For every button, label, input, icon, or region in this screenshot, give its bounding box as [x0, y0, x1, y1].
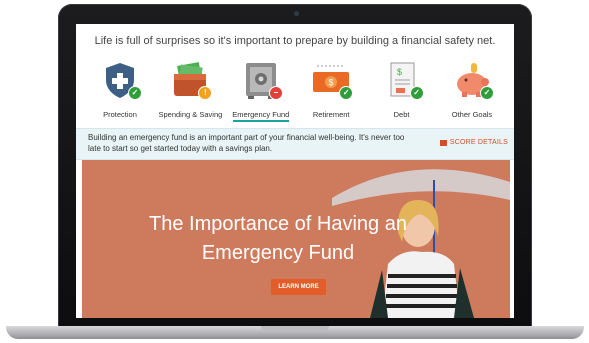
tab-debt[interactable]: $ ✓ Debt — [368, 60, 436, 122]
bar-chart-icon — [439, 139, 447, 146]
tab-emergency-fund[interactable]: − Emergency Fund — [227, 60, 295, 122]
tab-retirement[interactable]: $ ✓ Retirement — [297, 60, 365, 122]
tab-label: Emergency Fund — [227, 110, 295, 122]
status-ok-icon: ✓ — [479, 86, 494, 100]
score-details-link[interactable]: SCORE DETAILS — [439, 139, 508, 146]
laptop-notch — [261, 326, 329, 331]
camera-icon — [294, 11, 299, 16]
svg-text:$: $ — [329, 78, 334, 88]
status-ok-icon: ✓ — [128, 86, 142, 100]
svg-text:$: $ — [397, 67, 402, 77]
page-headline: Life is full of surprises so it's import… — [94, 35, 496, 47]
status-alert-icon: − — [268, 86, 283, 100]
tab-label: Other Goals — [451, 110, 493, 119]
tab-other-goals[interactable]: ✓ Other Goals — [438, 60, 506, 122]
category-tabs: ✓ Protection ! Spending & Saving − Emerg… — [86, 60, 506, 122]
info-text: Building an emergency fund is an importa… — [88, 133, 405, 153]
status-ok-icon: ✓ — [409, 86, 424, 100]
tab-label: Protection — [103, 110, 137, 119]
info-banner: Building an emergency fund is an importa… — [76, 128, 514, 160]
tab-label: Spending & Saving — [158, 110, 223, 119]
screen: Life is full of surprises so it's import… — [76, 24, 514, 318]
tab-label: Retirement — [312, 110, 350, 119]
tab-spending-saving[interactable]: ! Spending & Saving — [156, 60, 224, 122]
tab-protection[interactable]: ✓ Protection — [86, 60, 154, 122]
score-details-label: SCORE DETAILS — [449, 139, 508, 146]
tab-label: Debt — [393, 110, 410, 119]
hero-title: The Importance of Having an Emergency Fu… — [149, 213, 407, 264]
hero-banner: The Importance of Having an Emergency Fu… — [82, 160, 510, 318]
learn-more-button[interactable]: LEARN MORE — [271, 279, 326, 295]
